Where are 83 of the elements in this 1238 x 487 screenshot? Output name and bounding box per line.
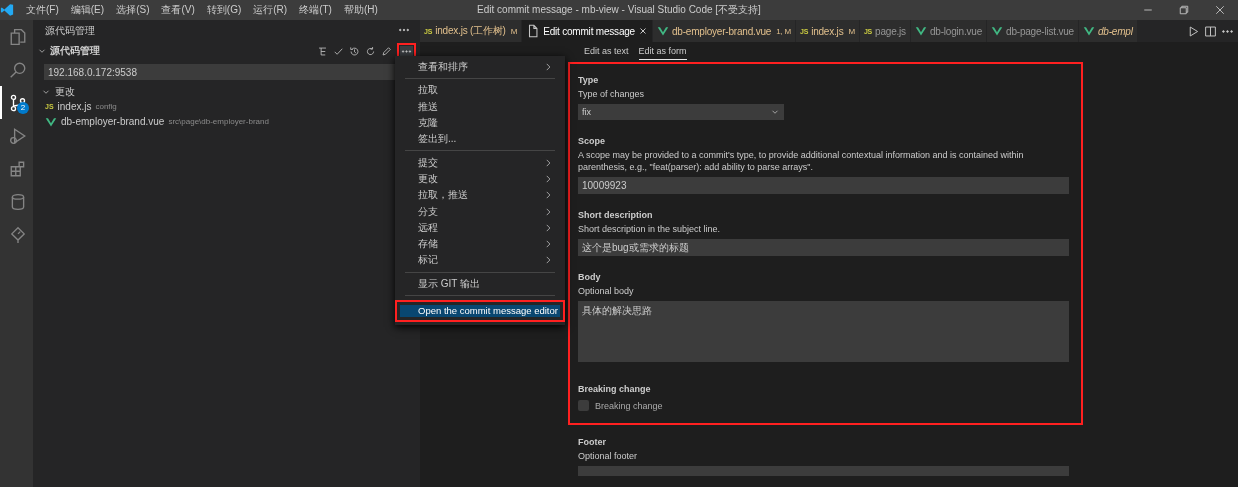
field-description: Optional body (578, 285, 635, 297)
v-shape-icon (1083, 25, 1095, 37)
chevron-right-icon (543, 222, 553, 233)
restore-icon (1178, 4, 1190, 16)
checkbox[interactable] (578, 400, 589, 411)
menu-item[interactable]: 拉取 (395, 82, 565, 99)
field-label: Type (578, 75, 600, 85)
sidebar-title: 源代码管理 (45, 24, 95, 38)
menu-bar-item[interactable]: 转到(G) (200, 3, 248, 17)
chevron-right-icon (543, 157, 553, 168)
field-description: A scope may be provided to a commit's type, to provide additional contextual information and is contained within parenthesis, e.g., "feat(parser): add ability to parse arrays". (578, 149, 1025, 173)
type-dropdown[interactable]: fix (578, 104, 784, 120)
menu-item[interactable]: Open the commit message editor (395, 299, 565, 322)
menu-item[interactable]: 更改 (395, 170, 565, 188)
field-label: Scope (578, 136, 606, 146)
close-icon (638, 26, 648, 36)
v-shape-icon (914, 25, 927, 37)
search-icon (8, 60, 27, 79)
window-title: Edit commit message - mb-view - Visual Studio Code [不受支持] (477, 4, 761, 15)
refresh-icon (365, 45, 376, 57)
menu-item[interactable]: 签出到... (395, 131, 565, 148)
v-shape-icon (991, 25, 1004, 37)
chevron-right-icon (543, 255, 553, 266)
chevron-right-icon (543, 190, 553, 201)
run-debug-icon (8, 126, 27, 145)
run-icon (1187, 24, 1200, 38)
vscode-logo-icon (0, 3, 14, 17)
history-icon (349, 45, 360, 57)
field-label: Footer (578, 437, 607, 447)
chevron-right-icon (543, 239, 553, 250)
count-badge: 2 (17, 102, 29, 114)
editor-tab[interactable]: db-empl (1079, 20, 1138, 42)
menu-item[interactable]: 分支 (395, 203, 565, 220)
view-tab[interactable]: Edit as text (584, 45, 629, 60)
editor-tab[interactable]: db-employer-brand.vue 1, M (653, 20, 796, 42)
v-shape-icon (657, 25, 669, 37)
file-path: src\page\db-employer-brand (168, 117, 269, 126)
chevron-right-icon (543, 62, 553, 73)
menu-bar-item[interactable]: 查看(V) (155, 3, 201, 17)
menu-item[interactable]: 远程 (395, 219, 565, 236)
field-description: Short description in the subject line. (578, 223, 722, 235)
menu-bar-item[interactable]: 选择(S) (110, 3, 156, 17)
pencil-icon (381, 45, 392, 57)
menu-item[interactable]: 拉取，推送 (395, 187, 565, 204)
extensions-icon (8, 159, 27, 178)
close-icon (1214, 4, 1226, 16)
body-field[interactable]: 具体的解决思路 (578, 301, 1069, 362)
editor-tab[interactable]: Edit commit message (522, 20, 653, 42)
menu-item[interactable]: 克隆 (395, 114, 565, 132)
file-name[interactable]: db-employer-brand.vue (61, 116, 165, 127)
menu-item[interactable]: 显示 GIT 输出 (395, 275, 565, 292)
menu-bar-item[interactable]: 编辑(E) (64, 3, 111, 17)
chevron-right-icon (543, 206, 553, 217)
editor-tab[interactable]: db-login.vue (910, 20, 988, 42)
menu-item[interactable]: 存储 (395, 235, 565, 253)
split-editor-icon (1204, 24, 1217, 38)
footer-field[interactable] (578, 466, 1069, 476)
document-icon (526, 24, 541, 38)
menu-item[interactable]: 推送 (395, 98, 565, 115)
editor-tab[interactable]: db-page-list.vue (987, 20, 1079, 42)
field-description: Optional footer (578, 450, 639, 462)
checkbox-label[interactable]: Breaking change (595, 400, 663, 411)
menu-item[interactable]: 提交 (395, 154, 565, 171)
file-path: config (95, 102, 117, 111)
tree-view-icon (317, 45, 328, 57)
menu-bar-item[interactable]: 帮助(H) (337, 3, 384, 17)
menu-bar-item[interactable]: 运行(R) (247, 3, 294, 17)
changes-group-title[interactable]: 更改 (55, 84, 75, 99)
field-label: Short description (578, 210, 654, 220)
field-description: Type of changes (578, 88, 646, 100)
menu-bar-item[interactable]: 终端(T) (293, 3, 338, 17)
input-field[interactable]: 10009923 (578, 177, 1069, 194)
field-label: Breaking change (578, 384, 652, 394)
view-tab[interactable]: Edit as form (638, 45, 687, 60)
field-label: Body (578, 272, 602, 282)
section-title: 源代码管理 (50, 44, 100, 58)
menu-item[interactable]: 标记 (395, 252, 565, 269)
input-field[interactable]: 这个是bug或需求的标题 (578, 239, 1069, 256)
chevron-right-icon (543, 173, 553, 184)
files-icon (8, 27, 27, 46)
v-shape-icon (45, 115, 57, 128)
file-name[interactable]: index.js (57, 101, 92, 112)
menu-bar-item[interactable]: 文件(F) (20, 3, 65, 17)
